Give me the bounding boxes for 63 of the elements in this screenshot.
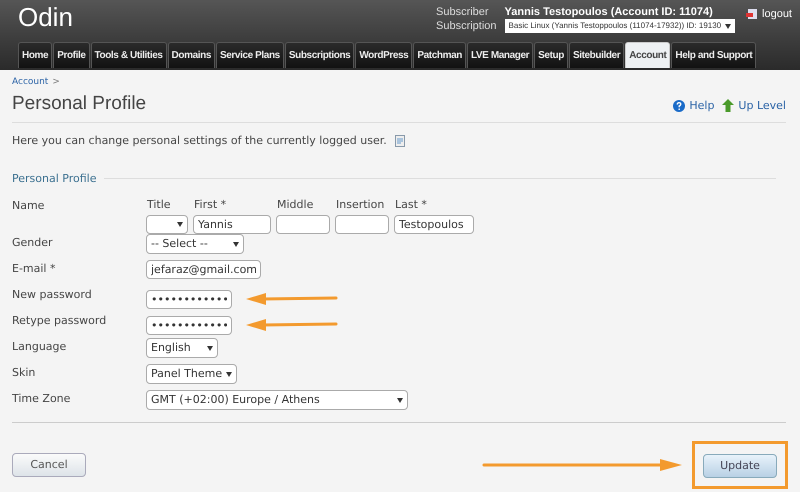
field-label: Time Zone — [12, 391, 72, 407]
field-label: E-mail * — [12, 261, 56, 277]
select-field[interactable]: GMT (+02:00) Europe / Athens — [146, 390, 408, 410]
subscription-label: Subscription — [436, 19, 497, 33]
field-label: Middle — [277, 197, 314, 213]
nav-tab[interactable]: Tools & Utilities — [90, 42, 167, 68]
input-field[interactable]: Yannis — [193, 214, 271, 234]
select-field[interactable]: Panel Theme — [146, 364, 237, 384]
nav-tab[interactable]: Domains — [168, 42, 215, 68]
caret-icon — [226, 372, 232, 376]
notepad-icon — [394, 135, 405, 148]
input-field[interactable] — [276, 214, 330, 234]
caret-icon — [177, 222, 183, 227]
nav-tab[interactable]: Patchman — [413, 42, 466, 68]
input-field[interactable]: •••••••••••• — [146, 290, 232, 308]
breadcrumb-link[interactable]: Account — [12, 76, 48, 90]
cancel-button[interactable]: Cancel — [12, 453, 86, 478]
intro-text: Here you can change personal settings of the currently logged user. — [12, 133, 387, 149]
logout-link[interactable]: logout — [746, 6, 792, 22]
page-title: Personal Profile — [12, 92, 146, 116]
caret-icon — [725, 24, 732, 28]
breadcrumb-separator: > — [52, 76, 60, 89]
up-arrow-icon — [722, 99, 734, 112]
update-button[interactable]: Update — [703, 454, 777, 478]
select-field[interactable]: English — [146, 338, 218, 358]
up-level-link[interactable]: Up Level — [722, 98, 786, 114]
section-heading: Personal Profile — [12, 170, 96, 186]
subscription-select[interactable]: Basic Linux (Yannis Testoppoulos (11074-17932)) ID: 19130 — [504, 19, 736, 33]
field-label: Retype password — [12, 313, 108, 329]
nav-tab[interactable]: Subscriptions — [284, 42, 354, 68]
caret-icon — [397, 398, 403, 402]
nav-tab[interactable]: Help and Support — [671, 42, 756, 68]
subscriber-name: Yannis Testopoulos (Account ID: 11074) — [504, 5, 714, 19]
select-field[interactable]: -- Select -- — [146, 234, 244, 254]
nav-tab[interactable]: Profile — [53, 42, 90, 68]
logo: Odin — [18, 2, 74, 32]
nav-tab[interactable]: LVE Manager — [466, 42, 534, 68]
field-label: First * — [194, 197, 228, 213]
help-icon — [673, 100, 686, 112]
nav-tab[interactable]: Service Plans — [216, 42, 284, 68]
field-label: Title — [147, 197, 172, 213]
input-field[interactable] — [335, 214, 389, 234]
door-exit-icon — [746, 8, 758, 20]
field-label: Insertion — [336, 197, 386, 213]
field-label: Language — [12, 339, 68, 355]
select-field[interactable] — [146, 214, 188, 234]
nav-tab[interactable]: Setup — [534, 42, 568, 68]
caret-icon — [233, 242, 239, 246]
nav-tab[interactable]: Home — [18, 42, 52, 68]
subscriber-label: Subscriber — [436, 5, 490, 19]
input-field[interactable]: jefaraz@gmail.com — [146, 260, 261, 279]
field-label: Skin — [12, 365, 36, 381]
field-label: Last * — [395, 197, 428, 213]
help-link[interactable]: Help — [673, 98, 714, 114]
nav-tab[interactable]: Sitebuilder — [568, 42, 624, 68]
input-field[interactable]: •••••••••••• — [146, 316, 232, 334]
field-label: New password — [12, 287, 93, 303]
field-label: Name — [12, 198, 46, 214]
nav-tab[interactable]: WordPress — [355, 42, 412, 68]
input-field[interactable]: Testopoulos — [394, 214, 474, 234]
field-label: Gender — [12, 235, 54, 251]
nav-tab[interactable]: Account — [625, 42, 670, 68]
caret-icon — [207, 346, 213, 350]
